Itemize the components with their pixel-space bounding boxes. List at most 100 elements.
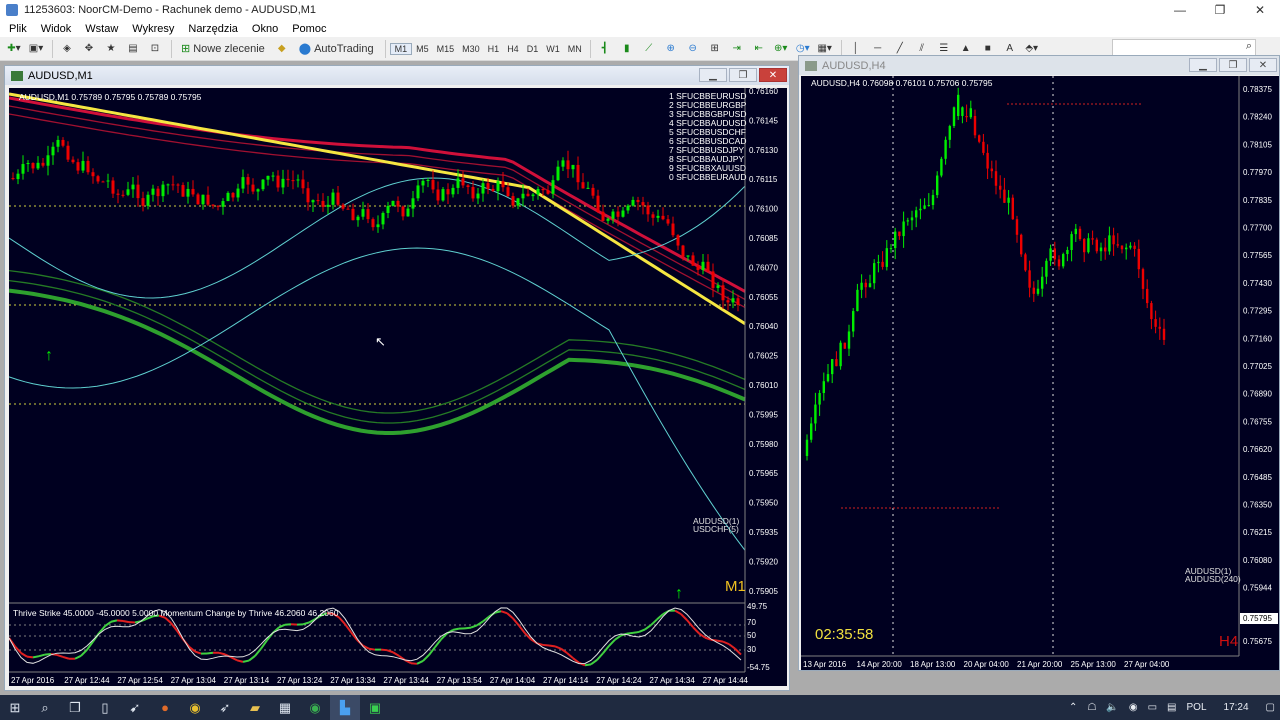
volume-icon[interactable]: 🔈 <box>1101 702 1123 713</box>
chart-close-button[interactable]: ✕ <box>759 68 787 82</box>
app-icon[interactable]: ▣ <box>360 695 390 720</box>
menu-okno[interactable]: Okno <box>245 23 285 35</box>
autoscroll-icon[interactable]: ⇥ <box>727 39 747 59</box>
candle-body <box>301 179 305 189</box>
candle-body <box>1036 288 1040 294</box>
menu-narzedzia[interactable]: Narzędzia <box>181 23 245 35</box>
chart-window-m1[interactable]: AUDUSD,M1 ▁ ❐ ✕ AUDUSD,M1 0.75789 0.7579… <box>4 65 790 691</box>
tf-m1[interactable]: M1 <box>389 42 413 55</box>
bar-chart-icon[interactable]: ┫ <box>595 39 615 59</box>
menu-widok[interactable]: Widok <box>34 23 79 35</box>
clock[interactable]: 17:24 <box>1212 702 1261 713</box>
minimize-button[interactable]: — <box>1160 0 1200 20</box>
search-icon[interactable]: ⌕ <box>1246 40 1252 53</box>
navigator-icon[interactable]: ★ <box>101 39 121 59</box>
app-icon[interactable]: ➹ <box>120 695 150 720</box>
candle-body <box>501 181 505 188</box>
candle-body <box>461 178 465 186</box>
buy-arrow-icon: ↑ <box>45 347 53 364</box>
battery-icon[interactable]: ▭ <box>1143 702 1162 713</box>
task-view-icon[interactable]: ❐ <box>60 695 90 720</box>
notifications-icon[interactable]: ▢ <box>1261 702 1280 713</box>
tf-mn[interactable]: MN <box>564 44 586 54</box>
tf-w1[interactable]: W1 <box>542 44 564 54</box>
candle-body <box>969 108 972 118</box>
candle-body <box>231 192 235 198</box>
h4-chart-canvas[interactable]: AUDUSD,H4 0.76098 0.76101 0.75706 0.7579… <box>801 76 1279 670</box>
symbol-list-item[interactable]: 0 SFUCBBEURAUD <box>669 172 746 182</box>
chart-minimize-button[interactable]: ▁ <box>1189 58 1217 72</box>
profiles-icon[interactable]: ▣▾ <box>26 39 46 59</box>
app-icon[interactable]: ➶ <box>210 695 240 720</box>
menu-wstaw[interactable]: Wstaw <box>78 23 125 35</box>
menu-pomoc[interactable]: Pomoc <box>285 23 333 35</box>
price-axis-label: 0.76080 <box>1243 556 1272 565</box>
price-axis-label: 0.76055 <box>749 293 778 302</box>
search-icon[interactable]: ⌕ <box>30 695 60 720</box>
new-order-button[interactable]: ⊞ Nowe zlecenie <box>176 39 270 59</box>
keyboard-lang[interactable]: POL <box>1182 702 1212 713</box>
new-chart-icon[interactable]: ✚ ▾ <box>4 39 24 59</box>
tester-icon[interactable]: ⊡ <box>145 39 165 59</box>
zoom-out-icon[interactable]: ⊖ <box>683 39 703 59</box>
time-axis-label: 27 Apr 13:04 <box>171 676 217 685</box>
network-icon[interactable]: ☖ <box>1082 702 1101 713</box>
chart-maximize-button[interactable]: ❐ <box>729 68 757 82</box>
start-icon[interactable]: ⊞ <box>0 695 30 720</box>
message-icon[interactable]: ▤ <box>1162 702 1181 713</box>
chrome-icon[interactable]: ◉ <box>180 695 210 720</box>
tf-m5[interactable]: M5 <box>412 44 433 54</box>
candle-body <box>96 176 100 182</box>
chart-window-h4[interactable]: AUDUSD,H4 ▁ ❐ ✕ AUDUSD,H4 0.76098 0.7610… <box>798 55 1280 671</box>
zoom-in-icon[interactable]: ⊕ <box>661 39 681 59</box>
candle-body <box>1049 248 1052 261</box>
candle-body <box>931 195 935 205</box>
data-window-icon[interactable]: ✥ <box>79 39 99 59</box>
candle-body <box>814 404 817 424</box>
close-button[interactable]: ✕ <box>1240 0 1280 20</box>
maximize-button[interactable]: ❐ <box>1200 0 1240 20</box>
time-axis-label: 27 Apr 14:34 <box>649 676 695 685</box>
metatrader-icon[interactable]: ▙ <box>330 695 360 720</box>
market-watch-icon[interactable]: ◈ <box>57 39 77 59</box>
autotrading-button[interactable]: ⬤ AutoTrading <box>294 39 379 59</box>
candle-body <box>868 283 872 288</box>
tf-h1[interactable]: H1 <box>484 44 504 54</box>
candle-body <box>206 194 210 205</box>
indicators-icon[interactable]: ⊕▾ <box>771 39 791 59</box>
price-axis-label: 0.75920 <box>749 557 778 566</box>
chart-shift-icon[interactable]: ⇤ <box>749 39 769 59</box>
candle-body <box>576 164 580 183</box>
chart-maximize-button[interactable]: ❐ <box>1219 58 1247 72</box>
menu-wykresy[interactable]: Wykresy <box>125 23 181 35</box>
candle-chart-icon[interactable]: ▮ <box>617 39 637 59</box>
price-axis-label: 0.76620 <box>1243 445 1272 454</box>
chrome-tray-icon[interactable]: ◉ <box>1124 702 1143 713</box>
tf-d1[interactable]: D1 <box>523 44 543 54</box>
candle-body <box>1099 247 1103 252</box>
chart-window-title-text: AUDUSD,H4 <box>822 59 886 72</box>
line-chart-icon[interactable]: ⟋ <box>639 39 659 59</box>
folder-icon[interactable]: ▰ <box>240 695 270 720</box>
metaeditor-icon[interactable]: ◆ <box>272 39 292 59</box>
calendar-icon[interactable]: ▦ <box>270 695 300 720</box>
chrome-icon[interactable]: ◉ <box>300 695 330 720</box>
candle-body <box>1137 248 1140 270</box>
m1-chart-canvas[interactable]: AUDUSD,M1 0.75789 0.75795 0.75789 0.7579… <box>9 88 787 686</box>
menu-plik[interactable]: Plik <box>2 23 34 35</box>
tf-m15[interactable]: M15 <box>433 44 459 54</box>
candle-body <box>877 261 880 264</box>
price-axis-label: 0.75935 <box>749 528 778 537</box>
chart-close-button[interactable]: ✕ <box>1249 58 1277 72</box>
tray-up-icon[interactable]: ⌃ <box>1064 702 1082 713</box>
terminal-icon[interactable]: ▤ <box>123 39 143 59</box>
file-icon[interactable]: ▯ <box>90 695 120 720</box>
candle-body <box>1020 234 1023 255</box>
tile-windows-icon[interactable]: ⊞ <box>705 39 725 59</box>
tf-h4[interactable]: H4 <box>503 44 523 54</box>
chart-minimize-button[interactable]: ▁ <box>699 68 727 82</box>
candle-body <box>21 164 25 174</box>
browser-icon[interactable]: ● <box>150 695 180 720</box>
tf-m30[interactable]: M30 <box>458 44 484 54</box>
price-axis-label: 0.75980 <box>749 440 778 449</box>
